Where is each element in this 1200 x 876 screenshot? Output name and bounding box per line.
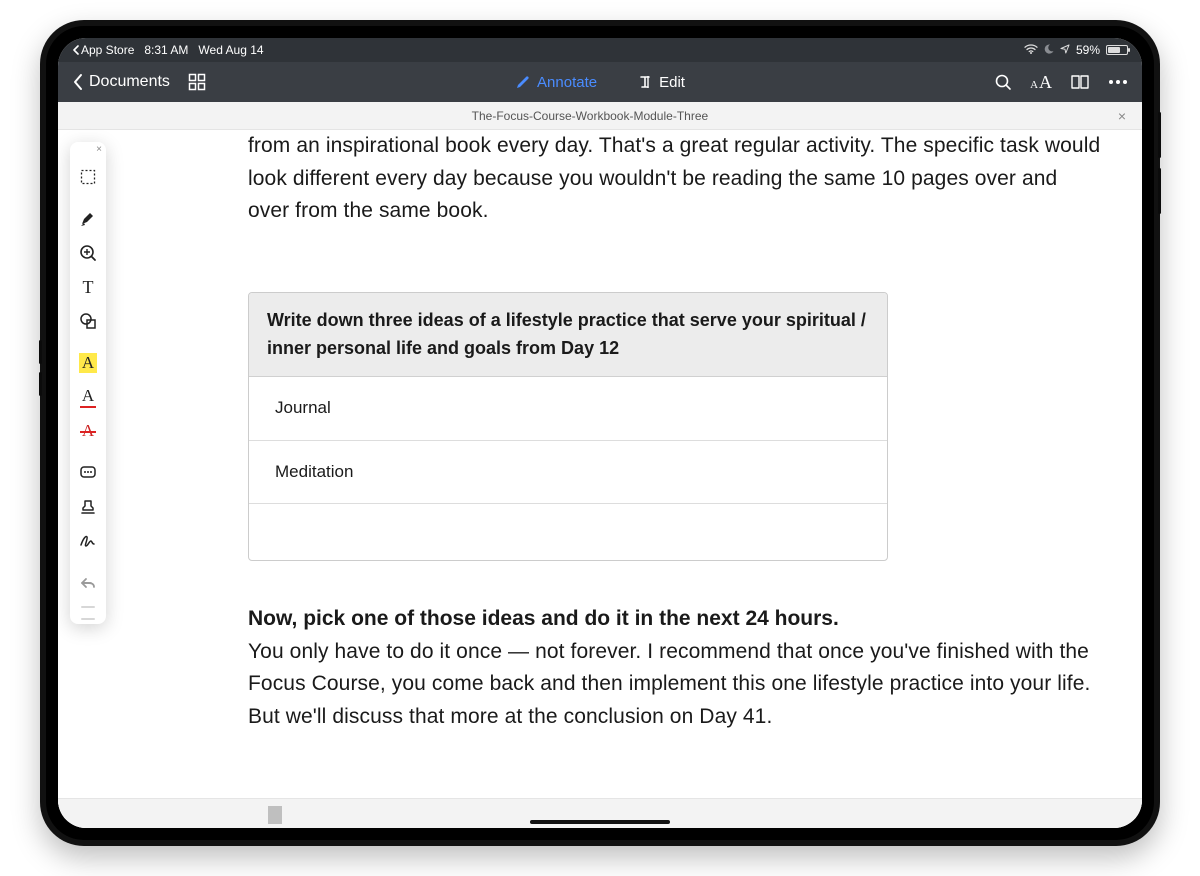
annotate-mode-button[interactable]: Annotate — [515, 74, 597, 91]
table-row[interactable]: Journal — [249, 377, 887, 440]
close-tab-button[interactable]: × — [1112, 108, 1132, 124]
location-icon — [1060, 43, 1070, 57]
edit-mode-button[interactable]: Edit — [637, 74, 685, 91]
practice-table: Write down three ideas of a lifestyle pr… — [248, 292, 888, 561]
status-time: 8:31 AM — [144, 43, 188, 57]
signature-tool[interactable] — [75, 528, 101, 554]
ipad-frame: App Store 8:31 AM Wed Aug 14 59% — [40, 20, 1160, 846]
highlight-text-tool[interactable]: A — [75, 350, 101, 376]
search-button[interactable] — [994, 73, 1012, 91]
document-tab-title[interactable]: The-Focus-Course-Workbook-Module-Three — [68, 109, 1112, 123]
annotation-palette[interactable]: × T A — [70, 142, 106, 624]
table-row[interactable] — [249, 504, 887, 560]
grid-view-button[interactable] — [188, 73, 206, 91]
screen: App Store 8:31 AM Wed Aug 14 59% — [58, 38, 1142, 828]
text-cursor-icon — [637, 74, 653, 90]
reader-view-button[interactable] — [1070, 74, 1090, 90]
note-tool[interactable] — [75, 460, 101, 486]
table-row[interactable]: Meditation — [249, 441, 887, 504]
underline-text-tool[interactable]: A — [75, 384, 101, 410]
loupe-tool[interactable] — [75, 240, 101, 266]
palette-grip[interactable] — [81, 618, 95, 620]
status-date: Wed Aug 14 — [198, 43, 263, 57]
tab-bar: The-Focus-Course-Workbook-Module-Three × — [58, 102, 1142, 130]
battery-pct: 59% — [1076, 43, 1100, 57]
annotate-label: Annotate — [537, 74, 597, 91]
back-to-app-label: App Store — [81, 43, 134, 57]
strikethrough-text-tool[interactable]: A — [75, 418, 101, 444]
back-to-app[interactable]: App Store — [72, 43, 134, 57]
moon-icon — [1044, 43, 1054, 57]
nav-bar: Documents Annotate Edit — [58, 62, 1142, 102]
document-body[interactable]: from an inspirational book every day. Th… — [248, 130, 1102, 798]
home-indicator[interactable] — [530, 820, 670, 824]
wifi-icon — [1024, 43, 1038, 57]
paragraph: You only have to do it once — not foreve… — [248, 636, 1102, 734]
more-button[interactable] — [1108, 79, 1128, 85]
edit-label: Edit — [659, 74, 685, 91]
text-size-button[interactable]: AA — [1030, 72, 1052, 93]
canvas[interactable]: × T A — [58, 130, 1142, 828]
back-button-label: Documents — [89, 73, 170, 91]
undo-button[interactable] — [75, 570, 101, 596]
palette-close-button[interactable]: × — [96, 144, 102, 155]
palette-grip[interactable] — [81, 606, 95, 608]
highlighter-tool[interactable] — [75, 206, 101, 232]
pencil-icon — [515, 74, 531, 90]
text-tool[interactable]: T — [75, 274, 101, 300]
shape-tool[interactable] — [75, 308, 101, 334]
stamp-tool[interactable] — [75, 494, 101, 520]
select-tool[interactable] — [75, 164, 101, 190]
bold-instruction: Now, pick one of those ideas and do it i… — [248, 603, 1102, 636]
page-thumbnail[interactable] — [268, 806, 282, 824]
table-header: Write down three ideas of a lifestyle pr… — [249, 293, 887, 378]
back-button[interactable]: Documents — [72, 73, 170, 91]
status-bar: App Store 8:31 AM Wed Aug 14 59% — [58, 38, 1142, 62]
battery-icon — [1106, 45, 1128, 55]
paragraph: from an inspirational book every day. Th… — [248, 130, 1102, 228]
